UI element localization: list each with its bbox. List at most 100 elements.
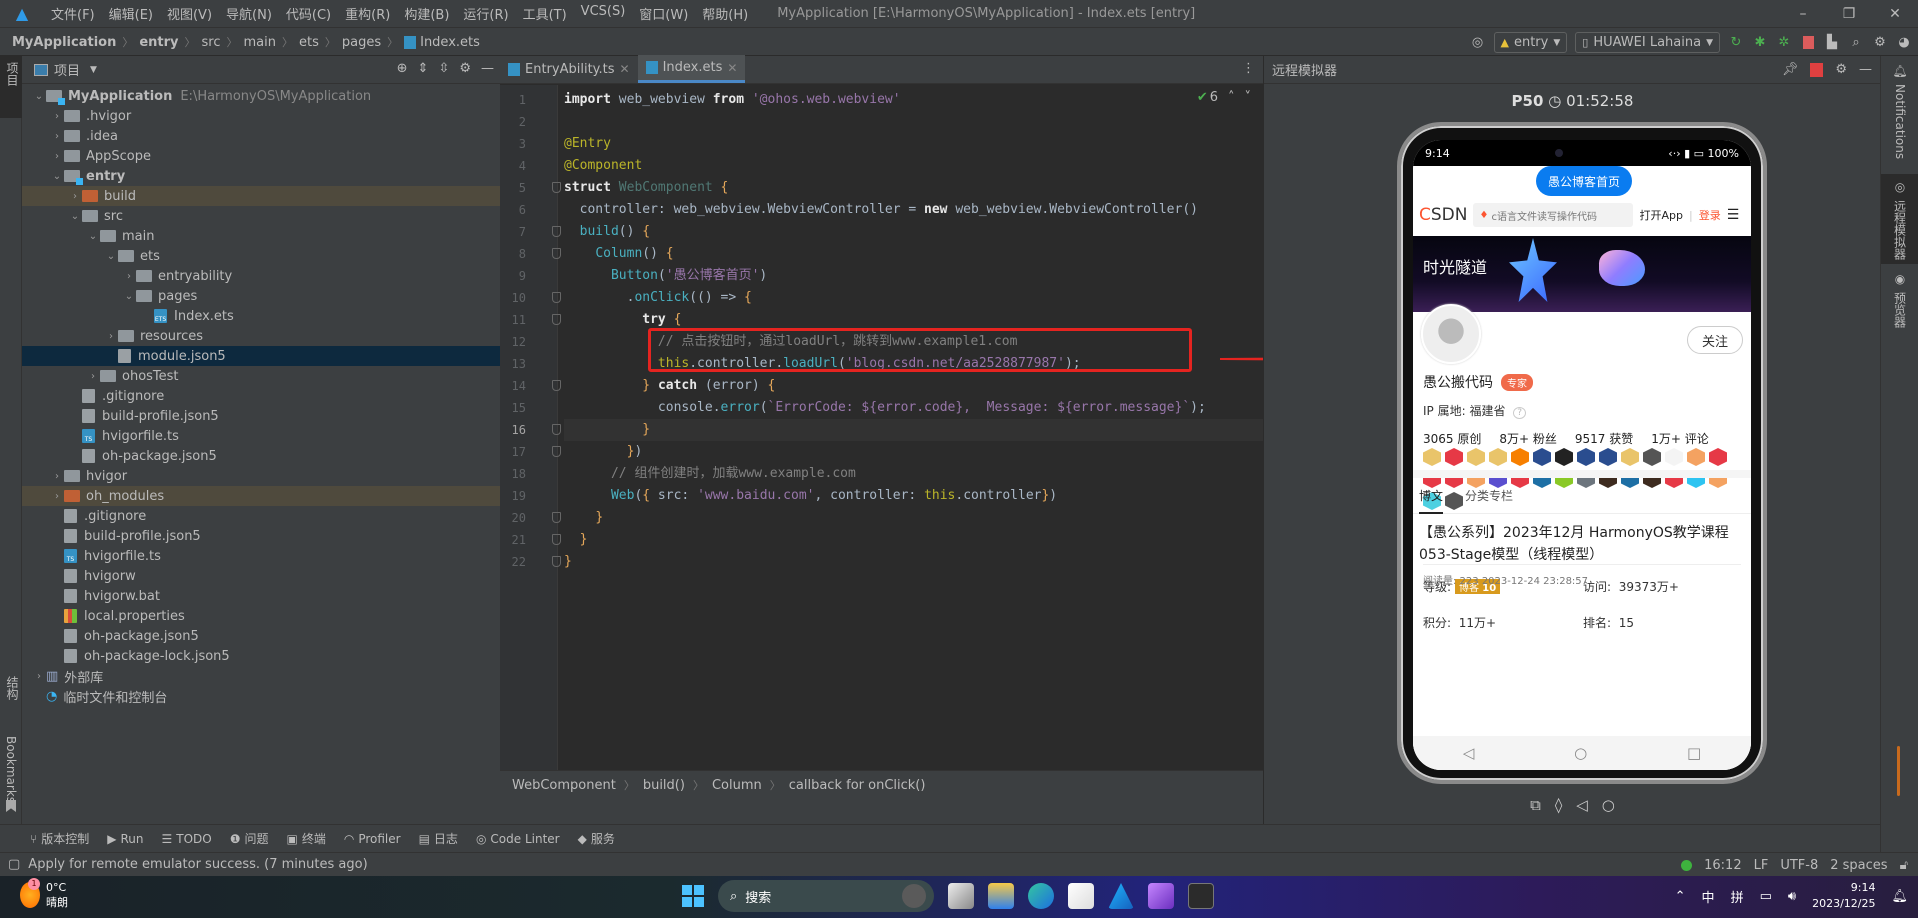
menu-edit[interactable]: 编辑(E) — [102, 4, 160, 23]
tool-window-todo[interactable]: ☰ TODO — [161, 832, 211, 846]
tree-item[interactable]: ⌄ src — [22, 206, 500, 226]
tab-index[interactable]: Index.ets ✕ — [637, 55, 746, 83]
code-line[interactable]: }) — [564, 441, 643, 463]
crumb-build[interactable]: build() — [643, 778, 685, 793]
tool-window-profiler[interactable]: ◠ Profiler — [344, 832, 401, 846]
more-tabs-icon[interactable]: ⋮ — [1242, 61, 1255, 76]
system-clock[interactable]: 9:14 2023/12/25 — [1812, 880, 1875, 912]
code-line[interactable]: controller: web_webview.WebviewControlle… — [564, 199, 1198, 221]
back-icon[interactable]: ◁ — [1576, 796, 1588, 814]
device-select[interactable]: ▯ HUAWEI Lahaina ▼ — [1575, 32, 1720, 53]
code-line[interactable]: @Component — [564, 155, 642, 177]
code-line[interactable]: @Entry — [564, 133, 611, 155]
menu-run[interactable]: 运行(R) — [456, 4, 515, 23]
visual-studio-app[interactable] — [1148, 883, 1174, 909]
code-line[interactable]: } — [564, 419, 1263, 441]
run-config-select[interactable]: ▲ entry ▼ — [1493, 32, 1568, 53]
tab-categories[interactable]: 分类专栏 — [1465, 487, 1513, 504]
code-line[interactable]: import web_webview from '@ohos.web.webvi… — [564, 89, 901, 111]
tool-window-版本控制[interactable]: ⑂ 版本控制 — [30, 830, 89, 847]
settings-icon[interactable]: ⚙ — [1872, 35, 1888, 51]
login-link[interactable]: 登录 — [1699, 207, 1721, 223]
hide-icon[interactable]: — — [481, 61, 494, 76]
tool-window-日志[interactable]: ▤ 日志 — [419, 830, 458, 847]
collapse-all-icon[interactable]: ⇳ — [438, 61, 449, 76]
chevron-right-icon[interactable]: › — [50, 491, 64, 502]
structure-tool-button[interactable]: 结构 — [4, 676, 21, 700]
breadcrumb-file[interactable]: Index.ets — [420, 35, 480, 50]
chevron-right-icon[interactable]: › — [68, 191, 82, 202]
tree-item[interactable]: › entryability — [22, 266, 500, 286]
chevron-down-icon[interactable]: ⌄ — [68, 211, 82, 222]
tree-item[interactable]: hvigorw.bat — [22, 586, 500, 606]
search-icon[interactable]: ⌕ — [1848, 35, 1864, 51]
chevron-right-icon[interactable]: › — [50, 131, 64, 142]
tree-item[interactable]: › .idea — [22, 126, 500, 146]
medal-icon[interactable] — [1709, 448, 1727, 466]
help-icon[interactable]: ? — [1513, 407, 1527, 419]
store-app[interactable] — [1068, 883, 1094, 909]
menu-tools[interactable]: 工具(T) — [516, 4, 574, 23]
start-button[interactable] — [682, 885, 704, 907]
toggle-panel-icon[interactable]: ▢ — [8, 857, 20, 872]
fold-icon[interactable] — [552, 182, 561, 193]
target-icon[interactable]: ◎ — [1470, 35, 1486, 51]
ime-language[interactable]: 中 — [1702, 887, 1715, 906]
taskbar-search[interactable]: ⌕ 搜索 — [718, 880, 934, 912]
tree-item[interactable]: hvigorw — [22, 566, 500, 586]
blog-home-button[interactable]: 愚公博客首页 — [1536, 166, 1632, 196]
code-line[interactable]: // 组件创建时，加载www.example.com — [564, 463, 856, 485]
project-structure-icon[interactable]: ▙ — [1824, 35, 1840, 51]
tool-window-终端[interactable]: ▣ 终端 — [286, 830, 325, 847]
ime-mode[interactable]: 拼 — [1731, 887, 1744, 906]
indent-setting[interactable]: 2 spaces — [1830, 858, 1887, 873]
tray-overflow-icon[interactable]: ⌃ — [1675, 889, 1686, 904]
tree-item[interactable]: ⌄ MyApplication E:\HarmonyOS\MyApplication — [22, 86, 500, 106]
project-view-select[interactable]: 项目 — [54, 60, 80, 79]
chevron-right-icon[interactable]: › — [50, 471, 64, 482]
stat-original[interactable]: 3065 原创 — [1423, 430, 1481, 447]
stat-likes[interactable]: 9517 获赞 — [1575, 430, 1633, 447]
tree-item[interactable]: local.properties — [22, 606, 500, 626]
recent-apps-icon[interactable]: □ — [1687, 744, 1701, 762]
edge-browser-app[interactable] — [1028, 883, 1054, 909]
locate-icon[interactable]: ⊕ — [397, 61, 408, 76]
chevron-right-icon[interactable]: › — [50, 151, 64, 162]
tool-window-服务[interactable]: ◆ 服务 — [578, 830, 615, 847]
tree-item[interactable]: › build — [22, 186, 500, 206]
tree-item[interactable]: .gitignore — [22, 386, 500, 406]
tree-item[interactable]: oh-package.json5 — [22, 626, 500, 646]
code-line[interactable]: Button('愚公博客首页') — [564, 265, 767, 287]
screenshot-icon[interactable]: ⧉ — [1530, 796, 1541, 814]
tree-item[interactable]: build-profile.json5 — [22, 406, 500, 426]
menu-file[interactable]: 文件(F) — [44, 4, 102, 23]
avatar[interactable] — [1421, 304, 1481, 364]
menu-help[interactable]: 帮助(H) — [695, 4, 755, 23]
stop-emulator-icon[interactable] — [1810, 62, 1824, 77]
stat-fans[interactable]: 8万+ 粉丝 — [1499, 430, 1557, 447]
fold-icon[interactable] — [552, 424, 561, 435]
tool-window-问题[interactable]: ❶ 问题 — [230, 830, 269, 847]
tree-item[interactable]: build-profile.json5 — [22, 526, 500, 546]
menu-view[interactable]: 视图(V) — [160, 4, 219, 23]
tree-item[interactable]: › oh_modules — [22, 486, 500, 506]
tool-window-run[interactable]: ▶ Run — [107, 832, 143, 846]
chevron-right-icon[interactable]: › — [104, 331, 118, 342]
debug-icon[interactable]: ✱ — [1752, 35, 1768, 51]
chevron-down-icon[interactable]: ⌄ — [104, 251, 118, 262]
crumb-struct[interactable]: WebComponent — [512, 778, 616, 793]
medal-icon[interactable] — [1423, 448, 1441, 466]
tree-item[interactable]: › ohosTest — [22, 366, 500, 386]
menu-code[interactable]: 代码(C) — [279, 4, 338, 23]
project-tool-button[interactable]: 项目 — [0, 56, 22, 118]
medal-icon[interactable] — [1599, 448, 1617, 466]
medal-icon[interactable] — [1489, 448, 1507, 466]
tree-item[interactable]: ⌄ entry — [22, 166, 500, 186]
breadcrumb-main[interactable]: main — [244, 35, 276, 50]
fold-icon[interactable] — [552, 534, 561, 545]
fold-icon[interactable] — [552, 446, 561, 457]
menu-build[interactable]: 构建(B) — [397, 4, 456, 23]
breadcrumb-src[interactable]: src — [202, 35, 221, 50]
code-line[interactable]: } — [564, 551, 572, 573]
hide-icon[interactable]: — — [1859, 62, 1872, 77]
